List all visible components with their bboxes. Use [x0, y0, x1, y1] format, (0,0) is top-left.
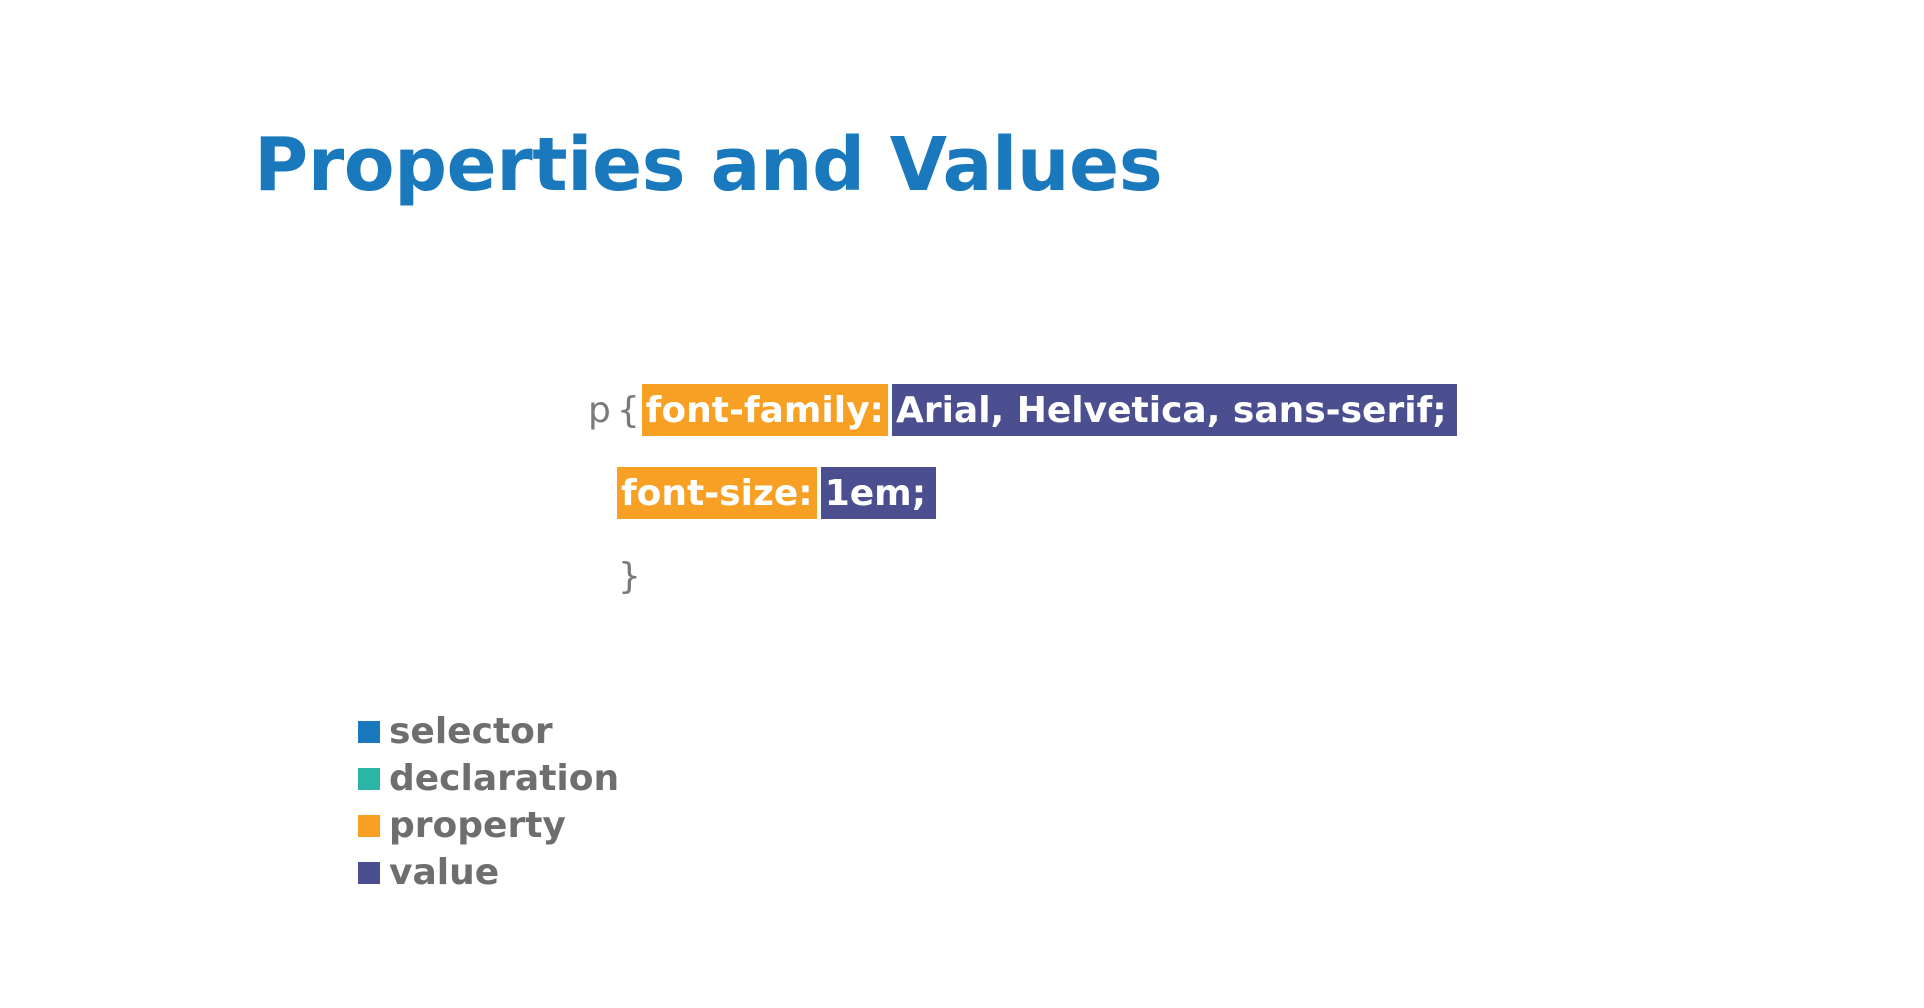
property-highlight: font-size:	[617, 467, 817, 519]
selector-swatch-icon	[358, 720, 380, 743]
value-highlight: Arial, Helvetica, sans-serif;	[891, 384, 1457, 436]
legend-label: property	[389, 805, 566, 846]
value-highlight: 1em;	[820, 467, 937, 519]
code-line-3: }	[618, 550, 641, 602]
legend-item-selector: selector	[358, 708, 619, 755]
property-swatch-icon	[358, 814, 380, 837]
slide-title: Properties and Values	[254, 122, 1163, 208]
legend-label: value	[389, 852, 500, 893]
color-legend: selector declaration property value	[358, 708, 619, 896]
legend-item-value: value	[358, 849, 619, 896]
opening-brace: {	[616, 389, 640, 431]
slide: Properties and Values p { font-family: A…	[0, 0, 1924, 1008]
property-highlight: font-family:	[641, 384, 888, 436]
closing-brace: }	[618, 555, 641, 597]
declaration-swatch-icon	[358, 767, 380, 790]
value-swatch-icon	[358, 861, 380, 884]
legend-item-property: property	[358, 802, 619, 849]
css-selector: p	[588, 389, 611, 431]
code-line-1: p { font-family: Arial, Helvetica, sans-…	[588, 384, 1457, 436]
legend-label: selector	[389, 711, 553, 752]
legend-item-declaration: declaration	[358, 755, 619, 802]
legend-label: declaration	[389, 758, 620, 799]
code-line-2: font-size: 1em;	[617, 467, 937, 519]
